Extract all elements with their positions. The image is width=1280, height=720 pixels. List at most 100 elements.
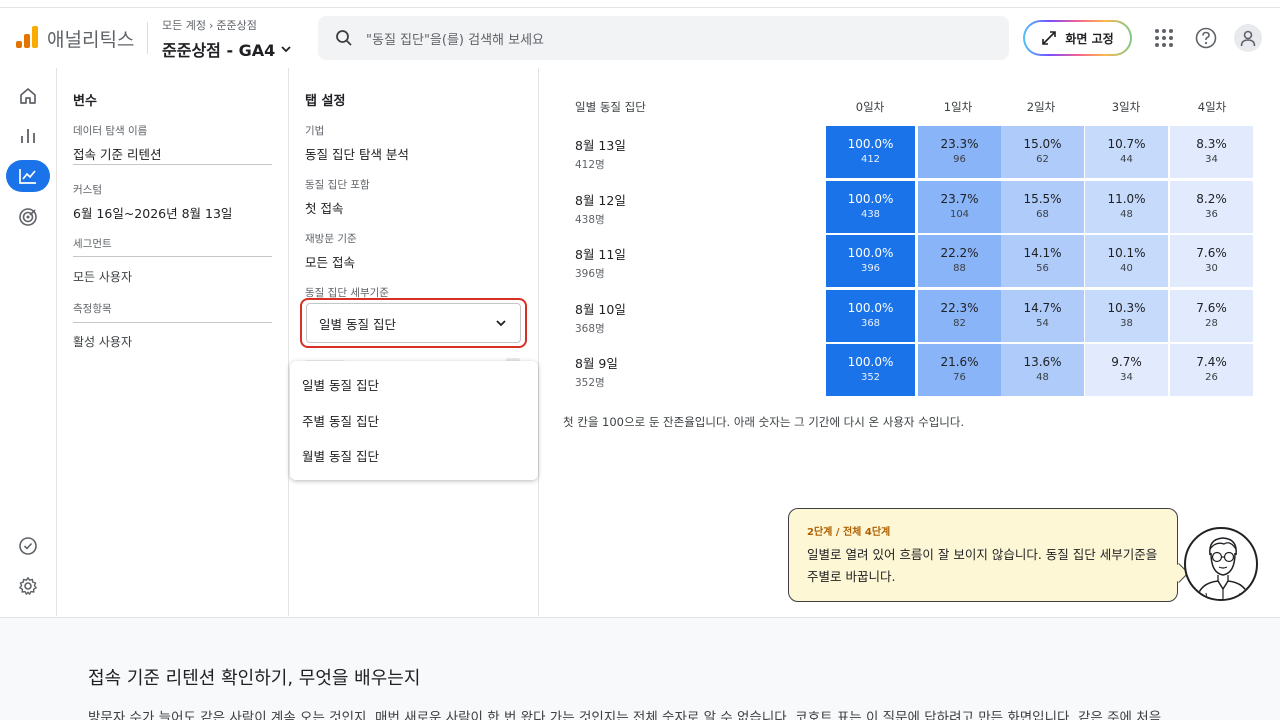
variables-panel: 변수 데이터 탐색 이름 접속 기준 리텐션 커스텀 6월 16일~2026년 … xyxy=(57,68,289,616)
advertising-icon[interactable] xyxy=(6,201,50,233)
retention-percent: 10.7% xyxy=(1107,137,1146,151)
returning-users: 352 xyxy=(860,372,881,383)
retention-percent: 8.2% xyxy=(1196,192,1227,206)
returning-users: 54 xyxy=(1036,318,1049,329)
returning-users: 36 xyxy=(1205,209,1218,220)
cohort-cell[interactable]: 10.3% 38 xyxy=(1085,290,1168,342)
article-body: 방문자 수가 늘어도 같은 사람이 계속 오는 것인지, 매번 새로운 사람이 … xyxy=(88,710,1162,720)
cohort-size: 396명 xyxy=(575,268,605,280)
analytics-logo-icon[interactable] xyxy=(16,26,38,48)
cohort-date: 8월 10일 xyxy=(575,302,626,317)
header-divider xyxy=(147,22,148,54)
cohort-cell[interactable]: 7.6% 30 xyxy=(1170,235,1253,287)
expand-icon xyxy=(1042,31,1057,45)
search-icon xyxy=(336,30,352,46)
day-column-header: 3일차 xyxy=(1111,100,1141,114)
cohort-cell[interactable]: 23.7% 104 xyxy=(918,181,1001,233)
metric-item[interactable]: 활성 사용자 xyxy=(73,333,132,350)
home-icon[interactable] xyxy=(6,80,50,112)
pin-screen-label: 화면 고정 xyxy=(1065,31,1114,46)
cohort-cell[interactable]: 100.0% 412 xyxy=(826,126,915,178)
coach-step: 2단계 / 전체 4단계 xyxy=(807,527,891,538)
retention-percent: 21.6% xyxy=(940,355,979,369)
cohort-cell[interactable]: 8.2% 36 xyxy=(1170,181,1253,233)
cohort-cell[interactable]: 7.4% 26 xyxy=(1170,344,1253,396)
returning-users: 26 xyxy=(1205,372,1218,383)
returning-users: 28 xyxy=(1205,318,1218,329)
cohort-inclusion-value[interactable]: 첫 접속 xyxy=(305,198,343,217)
cohort-row-label: 8월 13일 412명 xyxy=(575,135,626,172)
returning-users: 40 xyxy=(1120,263,1133,274)
exploration-name-label: 데이터 탐색 이름 xyxy=(73,125,148,137)
reports-icon[interactable] xyxy=(6,120,50,152)
apps-grid-icon[interactable] xyxy=(1152,26,1176,50)
cohort-size: 412명 xyxy=(575,159,605,171)
cohort-cell[interactable]: 100.0% 368 xyxy=(826,290,915,342)
settings-icon[interactable] xyxy=(6,570,50,602)
option-monthly-cohort[interactable]: 월별 동질 집단 xyxy=(290,438,538,474)
account-avatar-icon[interactable] xyxy=(1234,24,1262,52)
exploration-name-underline xyxy=(73,164,272,165)
date-range-label: 커스텀 xyxy=(73,184,102,196)
admin-check-icon[interactable] xyxy=(6,530,50,562)
cohort-cell[interactable]: 22.3% 82 xyxy=(918,290,1001,342)
cohort-cell[interactable]: 15.0% 62 xyxy=(1001,126,1084,178)
return-criteria-value[interactable]: 모든 접속 xyxy=(305,252,355,271)
cohort-date: 8월 12일 xyxy=(575,193,626,208)
returning-users: 68 xyxy=(1036,209,1049,220)
cohort-cell[interactable]: 8.3% 34 xyxy=(1170,126,1253,178)
cohort-cell[interactable]: 100.0% 352 xyxy=(826,344,915,396)
cohort-cell[interactable]: 13.6% 48 xyxy=(1001,344,1084,396)
cohort-cell[interactable]: 23.3% 96 xyxy=(918,126,1001,178)
cohort-size: 368명 xyxy=(575,323,605,335)
search-input[interactable]: "동질 집단"을(를) 검색해 보세요 xyxy=(366,29,544,48)
retention-percent: 8.3% xyxy=(1196,137,1227,151)
cohort-cell[interactable]: 11.0% 48 xyxy=(1085,181,1168,233)
pin-screen-button[interactable]: 화면 고정 xyxy=(1023,20,1132,56)
cohort-cell[interactable]: 10.7% 44 xyxy=(1085,126,1168,178)
chevron-right-icon: › xyxy=(208,19,214,32)
help-icon[interactable] xyxy=(1194,26,1218,50)
cohort-cell[interactable]: 10.1% 40 xyxy=(1085,235,1168,287)
breadcrumb-account[interactable]: 모든 계정 xyxy=(162,19,206,32)
search-bar[interactable]: "동질 집단"을(를) 검색해 보세요 xyxy=(318,16,1009,60)
cohort-cell[interactable]: 9.7% 34 xyxy=(1085,344,1168,396)
cohort-cell[interactable]: 15.5% 68 xyxy=(1001,181,1084,233)
article-section: 접속 기준 리텐션 확인하기, 무엇을 배우는지 방문자 수가 늘어도 같은 사… xyxy=(0,617,1280,720)
returning-users: 48 xyxy=(1036,372,1049,383)
cohort-cell[interactable]: 7.6% 28 xyxy=(1170,290,1253,342)
explore-icon[interactable] xyxy=(6,160,50,192)
property-name: 준준상점 - GA4 xyxy=(162,41,276,60)
property-selector[interactable]: 준준상점 - GA4 xyxy=(162,37,293,61)
returning-users: 438 xyxy=(860,209,881,220)
retention-percent: 23.3% xyxy=(940,137,979,151)
retention-percent: 23.7% xyxy=(940,192,979,206)
cohort-size: 352명 xyxy=(575,377,605,389)
option-weekly-cohort[interactable]: 주별 동질 집단 xyxy=(290,403,538,439)
cohort-cell[interactable]: 14.7% 54 xyxy=(1001,290,1084,342)
returning-users: 38 xyxy=(1120,318,1133,329)
cohort-cell[interactable]: 22.2% 88 xyxy=(918,235,1001,287)
option-daily-cohort[interactable]: 일별 동질 집단 xyxy=(290,367,538,403)
breadcrumb-property[interactable]: 준준상점 xyxy=(216,19,256,32)
breadcrumb[interactable]: 모든 계정 › 준준상점 xyxy=(162,17,257,33)
date-range-picker[interactable]: 6월 16일~2026년 8월 13일 xyxy=(73,203,232,222)
granularity-select[interactable]: 일별 동질 집단 xyxy=(306,303,521,343)
cohort-row-label: 8월 11일 396명 xyxy=(575,244,626,281)
segment-item[interactable]: 모든 사용자 xyxy=(73,268,132,285)
day-column-header: 0일차 xyxy=(855,100,885,114)
retention-percent: 15.5% xyxy=(1023,192,1062,206)
returning-users: 34 xyxy=(1120,372,1133,383)
cohort-cell[interactable]: 100.0% 438 xyxy=(826,181,915,233)
retention-percent: 11.0% xyxy=(1107,192,1146,206)
exploration-name-input[interactable]: 접속 기준 리텐션 xyxy=(73,144,161,163)
coach-message: 일별로 열려 있어 흐름이 잘 보이지 않습니다. 동질 집단 세부기준을 주별… xyxy=(807,547,1158,584)
coach-tooltip: 2단계 / 전체 4단계 일별로 열려 있어 흐름이 잘 보이지 않습니다. 동… xyxy=(788,508,1178,602)
returning-users: 44 xyxy=(1120,154,1133,165)
retention-percent: 100.0% xyxy=(847,301,894,315)
technique-value[interactable]: 동질 집단 탐색 분석 xyxy=(305,144,409,163)
cohort-cell[interactable]: 14.1% 56 xyxy=(1001,235,1084,287)
cohort-cell[interactable]: 21.6% 76 xyxy=(918,344,1001,396)
variables-title: 변수 xyxy=(73,94,97,109)
cohort-cell[interactable]: 100.0% 396 xyxy=(826,235,915,287)
